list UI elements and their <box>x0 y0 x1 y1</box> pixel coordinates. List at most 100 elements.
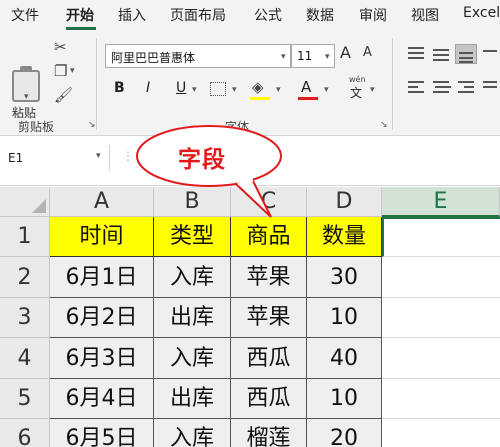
column-header-c[interactable]: C <box>231 187 307 217</box>
fill-color-swatch <box>250 97 270 100</box>
phonetic-dropdown-icon[interactable]: ▾ <box>370 85 375 95</box>
paste-dropdown-icon[interactable]: ▾ <box>24 92 29 102</box>
align-right-button[interactable] <box>455 78 477 98</box>
row-header[interactable]: 5 <box>0 379 50 419</box>
table-cell[interactable] <box>382 419 500 447</box>
row-header[interactable]: 2 <box>0 257 50 298</box>
table-cell[interactable] <box>382 379 500 419</box>
table-cell[interactable]: 入库 <box>154 419 231 447</box>
table-cell[interactable] <box>382 257 500 298</box>
table-cell[interactable]: 10 <box>307 298 382 338</box>
fill-color-dropdown-icon[interactable]: ▾ <box>276 85 281 95</box>
annotation-label: 字段 <box>178 147 226 173</box>
format-painter-icon[interactable]: 🖌 <box>54 86 73 104</box>
table-cell[interactable] <box>382 338 500 379</box>
clipboard-group-label: 剪贴板 <box>18 120 55 134</box>
indent-button[interactable] <box>480 78 500 98</box>
select-all-button[interactable] <box>0 187 50 217</box>
font-group-label: 字体 <box>225 120 250 134</box>
tab-view[interactable]: 视图 <box>411 5 439 25</box>
row-header[interactable]: 1 <box>0 217 50 257</box>
tab-page-layout[interactable]: 页面布局 <box>170 5 226 25</box>
table-cell[interactable]: 出库 <box>154 298 231 338</box>
table-cell[interactable]: 10 <box>307 379 382 419</box>
column-header-d[interactable]: D <box>307 187 382 217</box>
tab-home[interactable]: 开始 <box>66 5 94 25</box>
row-header[interactable]: 3 <box>0 298 50 338</box>
cancel-icon[interactable]: ✕ <box>158 149 170 165</box>
fill-color-icon[interactable]: ◈ <box>252 78 264 96</box>
table-cell[interactable]: 40 <box>307 338 382 379</box>
formula-bar: E1 ▾ ⋮ ✕ ✓ fx <box>0 137 500 186</box>
insert-function-button[interactable]: fx <box>232 148 245 164</box>
clipboard-launcher-icon[interactable]: ↘ <box>88 120 96 130</box>
table-cell[interactable]: 苹果 <box>231 257 307 298</box>
column-header-a[interactable]: A <box>50 187 154 217</box>
table-cell[interactable]: 西瓜 <box>231 338 307 379</box>
increase-font-size-button[interactable]: A <box>340 43 351 62</box>
tab-file[interactable]: 文件 <box>11 5 39 25</box>
decrease-font-size-button[interactable]: A <box>363 45 372 60</box>
table-cell[interactable]: 6月1日 <box>50 257 154 298</box>
italic-button[interactable]: I <box>146 80 150 96</box>
font-name-dropdown-icon[interactable]: ▾ <box>281 52 286 62</box>
tab-formulas[interactable]: 公式 <box>254 5 282 25</box>
table-cell[interactable]: 入库 <box>154 257 231 298</box>
header-cell-time[interactable]: 时间 <box>50 217 154 257</box>
phonetic-guide-button[interactable]: 文 <box>350 84 362 101</box>
row-header[interactable]: 4 <box>0 338 50 379</box>
formula-input[interactable] <box>262 145 500 171</box>
align-left-button[interactable] <box>405 78 427 98</box>
copy-dropdown-icon[interactable]: ▾ <box>70 66 75 76</box>
table-cell[interactable]: 6月3日 <box>50 338 154 379</box>
align-bottom-button[interactable] <box>455 44 477 64</box>
font-color-button[interactable]: A <box>301 78 311 96</box>
name-box[interactable]: E1 <box>0 145 110 171</box>
align-top-button[interactable] <box>405 44 427 64</box>
underline-button[interactable]: U <box>176 80 186 96</box>
header-cell-product[interactable]: 商品 <box>231 217 307 257</box>
header-cell-type[interactable]: 类型 <box>154 217 231 257</box>
table-cell[interactable]: 苹果 <box>231 298 307 338</box>
font-color-swatch <box>298 97 318 100</box>
column-header-b[interactable]: B <box>154 187 231 217</box>
copy-icon[interactable]: ❐ <box>54 62 67 80</box>
align-center-button[interactable] <box>430 78 452 98</box>
table-cell[interactable]: 30 <box>307 257 382 298</box>
table-cell[interactable]: 出库 <box>154 379 231 419</box>
tab-insert[interactable]: 插入 <box>118 5 146 25</box>
table-cell[interactable]: 6月4日 <box>50 379 154 419</box>
cut-icon[interactable]: ✂ <box>54 38 67 56</box>
name-box-dropdown-icon[interactable]: ▾ <box>96 151 101 161</box>
table-cell[interactable]: 6月2日 <box>50 298 154 338</box>
ribbon-divider <box>392 38 393 130</box>
header-cell-quantity[interactable]: 数量 <box>307 217 382 257</box>
table-cell[interactable]: 榴莲 <box>231 419 307 447</box>
table-cell[interactable]: 西瓜 <box>231 379 307 419</box>
underline-dropdown-icon[interactable]: ▾ <box>192 85 197 95</box>
align-middle-button[interactable] <box>430 44 452 64</box>
table-cell[interactable] <box>382 298 500 338</box>
tab-data[interactable]: 数据 <box>306 5 334 25</box>
borders-dropdown-icon[interactable]: ▾ <box>232 85 237 95</box>
row-header[interactable]: 6 <box>0 419 50 447</box>
bold-button[interactable]: B <box>114 80 125 96</box>
font-name-select[interactable]: 阿里巴巴普惠体 <box>105 44 291 68</box>
borders-icon[interactable] <box>210 82 226 96</box>
table-cell[interactable]: 入库 <box>154 338 231 379</box>
worksheet-grid: A B C D E 1 2 3 4 5 6 时间 类型 商品 数量 6月1日 入… <box>0 187 500 447</box>
font-size-dropdown-icon[interactable]: ▾ <box>325 52 330 62</box>
ribbon: 粘贴 ▾ ✂ ❐ ▾ 🖌 剪贴板 ↘ 阿里巴巴普惠体 ▾ 11 ▾ A A B … <box>0 30 500 136</box>
tab-excel[interactable]: Excel <box>463 5 500 21</box>
table-cell[interactable]: 20 <box>307 419 382 447</box>
column-header-e[interactable]: E <box>382 187 500 217</box>
selected-cell-e1[interactable] <box>382 217 500 257</box>
phonetic-guide-label: wén <box>349 75 366 84</box>
table-cell[interactable]: 6月5日 <box>50 419 154 447</box>
font-launcher-icon[interactable]: ↘ <box>380 120 388 130</box>
formula-bar-grip-icon: ⋮ <box>122 149 134 163</box>
tab-review[interactable]: 审阅 <box>359 5 387 25</box>
orientation-button[interactable] <box>480 44 500 64</box>
menu-bar: 文件 开始 插入 页面布局 公式 数据 审阅 视图 Excel <box>0 0 500 30</box>
font-color-dropdown-icon[interactable]: ▾ <box>324 85 329 95</box>
